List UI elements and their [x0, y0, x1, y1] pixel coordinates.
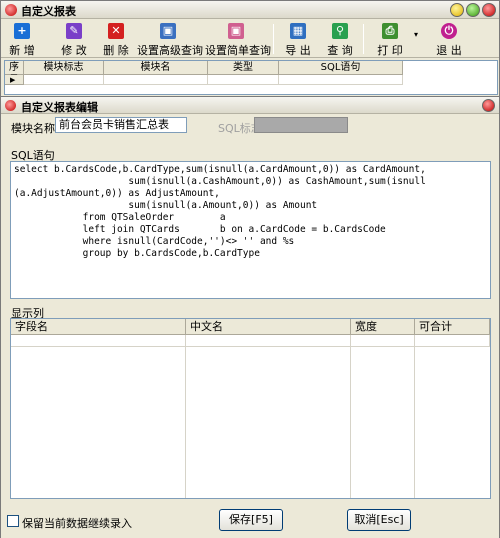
- column-header[interactable]: 模块名: [104, 61, 208, 75]
- power-icon: ⏻: [441, 23, 457, 39]
- row-pointer-icon: ▶: [5, 75, 24, 85]
- report-list-grid[interactable]: 序号 模块标志 模块名 类型 SQL语句 ▶: [4, 60, 498, 95]
- editor-close-button[interactable]: [482, 99, 495, 112]
- table-cell[interactable]: [351, 335, 415, 347]
- column-header[interactable]: SQL语句: [279, 61, 403, 75]
- delete-button[interactable]: ✕ 删 除: [101, 23, 131, 57]
- plus-icon: +: [14, 23, 30, 39]
- minimize-button[interactable]: [450, 3, 464, 17]
- main-titlebar: 自定义报表: [1, 1, 499, 19]
- simple-query-icon: ▣: [228, 23, 244, 39]
- table-cell[interactable]: [186, 335, 351, 347]
- column-header[interactable]: 序号: [5, 61, 24, 86]
- export-icon: ▦: [290, 23, 306, 39]
- column-header[interactable]: 可合计: [415, 319, 490, 335]
- toolbar-separator: [363, 24, 364, 54]
- advanced-query-icon: ▣: [160, 23, 176, 39]
- cancel-button[interactable]: 取消[Esc]: [347, 509, 411, 531]
- keep-data-label: 保留当前数据继续录入: [22, 517, 132, 530]
- editor-app-icon: [5, 100, 16, 111]
- add-button[interactable]: + 新 增: [7, 23, 37, 57]
- column-header[interactable]: 类型: [208, 61, 279, 75]
- sql-textarea[interactable]: select b.CardsCode,b.CardType,sum(isnull…: [10, 161, 491, 299]
- column-header[interactable]: 宽度: [351, 319, 415, 335]
- edit-button[interactable]: ✎ 修 改: [59, 23, 89, 57]
- advanced-query-button[interactable]: ▣ 设置高级查询: [137, 23, 203, 57]
- chevron-down-icon[interactable]: ▾: [411, 30, 421, 64]
- save-button[interactable]: 保存[F5]: [219, 509, 283, 531]
- main-window-title: 自定义报表: [21, 5, 76, 18]
- editor-titlebar: 自定义报表编辑: [1, 97, 499, 114]
- close-button[interactable]: [482, 3, 496, 17]
- grid-column: [186, 347, 351, 498]
- table-cell[interactable]: [279, 75, 403, 85]
- simple-query-button[interactable]: ▣ 设置简单查询: [205, 23, 271, 57]
- print-button[interactable]: ⎙ 打 印: [375, 23, 405, 57]
- table-cell[interactable]: [104, 75, 208, 85]
- delete-icon: ✕: [108, 23, 124, 39]
- table-cell[interactable]: [11, 335, 186, 347]
- table-cell[interactable]: [208, 75, 279, 85]
- table-cell[interactable]: [415, 335, 490, 347]
- toolbar: + 新 增 ✎ 修 改 ✕ 删 除 ▣ 设置高级查询 ▣ 设置简单查询 ▦ 导 …: [1, 20, 499, 58]
- export-button[interactable]: ▦ 导 出: [283, 23, 313, 57]
- search-button[interactable]: ⚲ 查 询: [323, 23, 357, 57]
- print-icon: ⎙: [382, 23, 398, 39]
- editor-title: 自定义报表编辑: [21, 101, 98, 114]
- toolbar-separator: [273, 24, 274, 54]
- grid-column: [351, 347, 415, 498]
- keep-data-checkbox[interactable]: [7, 515, 19, 527]
- columns-grid[interactable]: 字段名 中文名 宽度 可合计: [10, 318, 491, 499]
- sql-flag-input: [254, 117, 348, 133]
- main-window: 自定义报表 + 新 增 ✎ 修 改 ✕ 删 除 ▣ 设置高级查询 ▣ 设置简单查…: [0, 0, 500, 538]
- search-icon: ⚲: [332, 23, 348, 39]
- exit-button[interactable]: ⏻ 退 出: [433, 23, 465, 57]
- module-name-label: 模块名称: [11, 122, 55, 135]
- module-name-input[interactable]: 前台会员卡销售汇总表: [55, 117, 187, 133]
- column-header[interactable]: 字段名: [11, 319, 186, 335]
- column-header[interactable]: 中文名: [186, 319, 351, 335]
- column-header[interactable]: 模块标志: [24, 61, 104, 75]
- maximize-button[interactable]: [466, 3, 480, 17]
- app-icon: [5, 4, 17, 16]
- table-cell[interactable]: [24, 75, 104, 85]
- edit-icon: ✎: [66, 23, 82, 39]
- grid-column: [11, 347, 186, 498]
